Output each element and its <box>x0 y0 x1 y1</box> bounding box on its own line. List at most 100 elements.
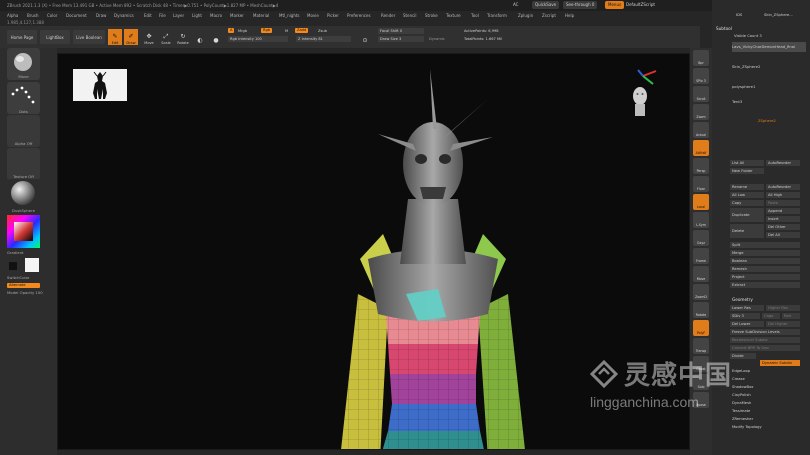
del-higher-button[interactable]: Del Higher <box>766 321 800 327</box>
alternate-button[interactable]: Alternate <box>7 283 40 288</box>
spix-button[interactable]: SPix 3 <box>693 68 709 84</box>
menu-stroke[interactable]: Stroke <box>425 11 438 20</box>
mrgb-button[interactable]: Mrgb <box>236 28 256 34</box>
rstr-button[interactable]: Rstr <box>782 313 800 319</box>
boolean-button[interactable]: Boolean <box>730 258 800 264</box>
orientation-head-widget[interactable] <box>628 68 658 123</box>
model-opacity-slider[interactable]: Model Opacity 100 <box>7 290 53 295</box>
menu-file[interactable]: File <box>159 11 166 20</box>
menu-transform[interactable]: Transform <box>487 11 507 20</box>
tessimate-section[interactable]: Tessimate <box>730 408 800 414</box>
menu-macro[interactable]: Macro <box>210 11 222 20</box>
shadowbox-section[interactable]: ShadowBox <box>730 384 800 390</box>
move-button[interactable]: ✥ Move <box>142 29 156 45</box>
extract-button[interactable]: Extract <box>730 282 800 288</box>
bpr-button[interactable]: Bpr <box>693 50 709 66</box>
persp-button[interactable]: Persp <box>693 158 709 174</box>
subtool-item[interactable]: Tent3 <box>732 97 806 107</box>
menu-draw[interactable]: Draw <box>96 11 106 20</box>
all-high-button[interactable]: All High <box>766 192 800 198</box>
subtool-item[interactable]: Skin_ZSphere2 <box>732 62 806 72</box>
all-low-button[interactable]: All Low <box>730 192 764 198</box>
default-zscript-button[interactable]: DefaultZScript <box>623 1 658 9</box>
lazy-mouse-button[interactable]: ⊙ <box>360 29 370 45</box>
home-page-button[interactable]: Home Page <box>7 30 37 44</box>
rgb-button[interactable]: Rgb <box>261 28 273 33</box>
menu-picker[interactable]: Picker <box>327 11 339 20</box>
menu-movie[interactable]: Movie <box>307 11 319 20</box>
live-boolean-button[interactable]: Live Boolean <box>73 30 105 44</box>
zoom-button[interactable]: Zoom <box>693 104 709 120</box>
subtool-item[interactable]: Lavs_VickyCharDemonHead_final <box>732 42 806 52</box>
rgb-intensity-slider[interactable]: Rgb Intensity 100 <box>228 36 288 42</box>
list-all-button[interactable]: List All <box>730 160 764 166</box>
see-through-slider[interactable]: See-through 0 <box>563 1 598 9</box>
insert-button[interactable]: Insert <box>766 216 800 222</box>
secondary-color-swatch[interactable] <box>9 262 17 270</box>
tool-thumb-ids[interactable]: IDS <box>734 12 754 18</box>
gradient-sphere-button[interactable]: ● <box>209 29 223 45</box>
switch-color-button[interactable]: SwitchColor <box>7 275 40 280</box>
append-button[interactable]: Append <box>766 208 800 214</box>
material-selector[interactable] <box>7 179 40 211</box>
actual-button[interactable]: Actual <box>693 122 709 138</box>
lsym-button[interactable]: L.Sym <box>693 212 709 228</box>
edgeloop-section[interactable]: EdgeLoop <box>730 368 800 374</box>
focal-shift-slider[interactable]: Focal Shift 0 <box>378 28 424 34</box>
menu-tool[interactable]: Tool <box>471 11 479 20</box>
menu-render[interactable]: Render <box>381 11 395 20</box>
del-other-button[interactable]: Del Other <box>766 224 800 230</box>
sdiv-slider[interactable]: SDiv 3 <box>730 313 760 319</box>
tool-thumb-skin[interactable]: Skin_ZSphere... <box>762 12 802 18</box>
remesh-button[interactable]: Remesh <box>730 266 800 272</box>
merge-button[interactable]: Merge <box>730 250 800 256</box>
navigator-thumbnail[interactable] <box>73 69 127 101</box>
menu-dynamics[interactable]: Dynamics <box>114 11 134 20</box>
menu-mtl-nights[interactable]: Mtl_nights <box>279 11 300 20</box>
split-button[interactable]: Split <box>730 242 800 248</box>
crease-section[interactable]: Crease <box>730 376 800 382</box>
transp-button[interactable]: Transp <box>693 338 709 354</box>
menu-layer[interactable]: Layer <box>173 11 184 20</box>
floor-button[interactable]: Floor <box>693 176 709 192</box>
new-folder-button[interactable]: New Folder <box>730 168 764 174</box>
menus-button[interactable]: Menus <box>605 1 625 9</box>
zadd-button[interactable]: Zadd <box>295 28 309 33</box>
gxyz-button[interactable]: Gxyz <box>693 230 709 246</box>
copy-button[interactable]: Copy <box>730 200 764 206</box>
menu-texture[interactable]: Texture <box>446 11 461 20</box>
scroll-button[interactable]: Scroll <box>693 86 709 102</box>
aahalf-button[interactable]: AAHalf <box>693 140 709 156</box>
rotate-button[interactable]: ↻ Rotate <box>176 29 190 45</box>
lightbox-button[interactable]: LightBox <box>40 30 70 44</box>
paste-button[interactable]: Paste <box>766 200 800 206</box>
menu-material[interactable]: Material <box>253 11 269 20</box>
menu-preferences[interactable]: Preferences <box>347 11 371 20</box>
zremesher-section[interactable]: ZRemesher <box>730 416 800 422</box>
modify-topology-section[interactable]: Modify Topology <box>730 424 800 430</box>
lower-res-button[interactable]: Lower Res <box>730 305 764 311</box>
menu-alpha[interactable]: Alpha <box>7 11 18 20</box>
zsub-button[interactable]: Zsub <box>316 28 332 34</box>
menu-zplugin[interactable]: Zplugin <box>518 11 533 20</box>
menu-edit[interactable]: Edit <box>144 11 152 20</box>
convert-bpr-button[interactable]: Convert BPR To Geo <box>730 345 800 351</box>
polyf-button[interactable]: PolyF <box>693 320 709 336</box>
color-picker[interactable] <box>7 215 40 248</box>
claypolish-section[interactable]: ClayPolish <box>730 392 800 398</box>
subtool-item[interactable]: polysphere1 <box>732 82 806 92</box>
scale-button[interactable]: ⤢ Scale <box>159 29 173 45</box>
z-intensity-slider[interactable]: Z Intensity 81 <box>296 36 351 42</box>
menu-document[interactable]: Document <box>66 11 87 20</box>
reconstruct-subdiv-button[interactable]: Reconstruct Subdiv <box>730 337 800 343</box>
cage-button[interactable]: Cage <box>762 313 780 319</box>
m-button[interactable]: M <box>283 28 291 34</box>
menu-marker[interactable]: Marker <box>230 11 244 20</box>
duplicate-button[interactable]: Duplicate <box>730 208 764 222</box>
del-lower-button[interactable]: Del Lower <box>730 321 764 327</box>
menu-help[interactable]: Help <box>565 11 574 20</box>
del-all-button[interactable]: Del All <box>766 232 800 238</box>
subtool-header[interactable]: Subtool <box>716 26 732 31</box>
move-view-button[interactable]: Move <box>693 266 709 282</box>
freeze-subdivision-button[interactable]: Freeze SubDivision Levels <box>730 329 800 335</box>
